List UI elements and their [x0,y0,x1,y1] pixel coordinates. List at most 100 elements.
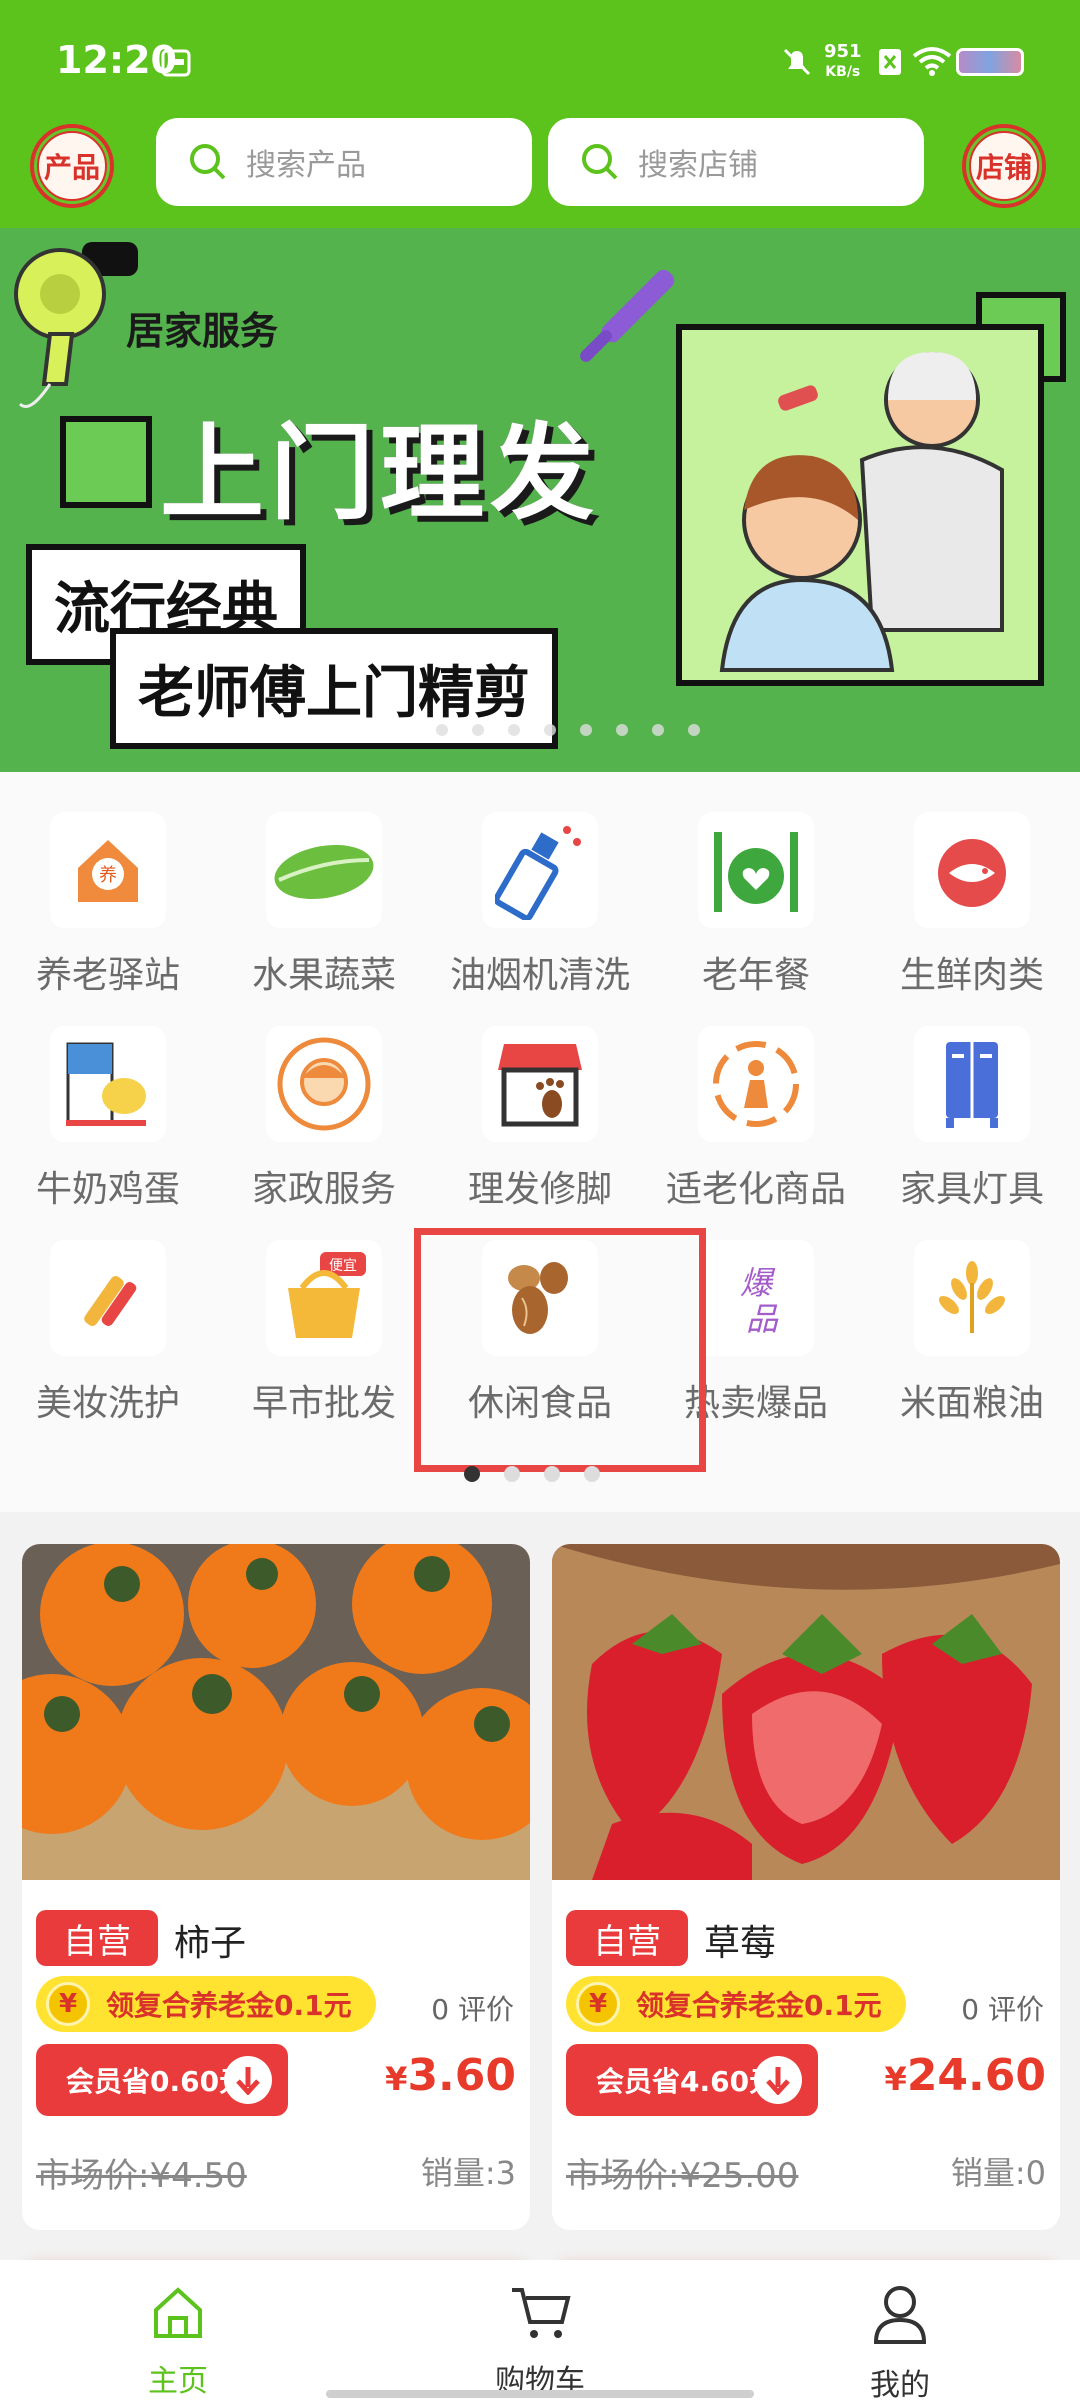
self-operated-badge: 自营 [566,1910,688,1966]
pager-dot [544,724,556,736]
search-shop-input[interactable]: 搜索店铺 [548,118,924,206]
category-fresh-meat[interactable]: 生鲜肉类 [864,812,1080,998]
hair-dryer-icon [14,242,138,408]
product-card[interactable]: 自营 柿子 ¥ 领复合养老金0.1元 0 评价 会员省0.60元 ¥3.60 市场… [22,1544,530,2230]
pager-dot [584,1466,600,1482]
category-barber-pedicure[interactable]: 理发修脚 [432,1026,648,1212]
review-count: 0 评价 [961,1993,1044,2026]
pager-dot-active [372,724,412,736]
pager-dot [544,1466,560,1482]
tab-profile[interactable]: 我的 [800,2282,1000,2404]
product-price: ¥24.60 [884,2050,1046,2101]
top-bar: 12:20 951 KB/s 产品 搜索产品 搜索店铺 店铺 [0,0,1080,228]
market-price: 市场价:¥4.50 [36,2156,247,2196]
category-milk-egg[interactable]: 牛奶鸡蛋 [0,1026,216,1212]
member-discount-button[interactable]: 会员省0.60元 [36,2044,288,2116]
housekeeping-icon [266,1026,382,1142]
sim-off-icon [879,49,901,75]
coupon-pill[interactable]: ¥ 领复合养老金0.1元 [36,1976,376,2032]
category-furniture-lamp[interactable]: 家具灯具 [864,1026,1080,1212]
category-hood-cleaning[interactable]: 油烟机清洗 [432,812,648,998]
product-mode-button[interactable]: 产品 [30,124,114,208]
product-name: 草莓 [704,1923,777,1964]
wheat-icon [914,1240,1030,1356]
product-price: ¥3.60 [385,2050,516,2101]
status-time: 12:20 [56,38,177,82]
cabbage-icon [266,812,382,928]
product-card[interactable]: 自营 草莓 ¥ 领复合养老金0.1元 0 评价 会员省4.60元 ¥24.60 市… [552,1544,1060,2230]
home-indicator [326,2390,754,2398]
banner-square [60,416,152,508]
strawberry-image [552,1544,1060,1880]
tab-cart[interactable]: 购物车 [440,2282,640,2400]
meal-icon [698,812,814,928]
pager-dot [504,1466,520,1482]
status-bar: 12:20 951 KB/s [0,0,1080,120]
category-fruit-veg[interactable]: 水果蔬菜 [216,812,432,998]
calendar-icon [161,49,191,77]
comb-icon [580,269,675,362]
product-name: 柿子 [174,1923,247,1964]
elder-station-icon: 养 [50,812,166,928]
search-product-input[interactable]: 搜索产品 [156,118,532,206]
elder-goods-icon [698,1026,814,1142]
review-count: 0 评价 [431,1993,514,2026]
persimmon-image [22,1544,530,1880]
net-speed: 951 KB/s [824,41,862,81]
banner-tag: 居家服务 [126,309,279,353]
coin-icon: ¥ [46,1982,90,2026]
cosmetics-icon [50,1240,166,1356]
category-elder-goods[interactable]: 适老化商品 [648,1026,864,1212]
svg-text:便宜: 便宜 [329,1258,357,1274]
barber-icon [482,1026,598,1142]
promo-banner[interactable]: 居家服务 上门理发 流行经典 老师傅上门精剪 [0,228,1080,772]
hot-sale-icon: 爆品 [698,1240,814,1356]
coupon-pill[interactable]: ¥ 领复合养老金0.1元 [566,1976,906,2032]
category-elder-meal[interactable]: 老年餐 [648,812,864,998]
pager-dot [436,724,448,736]
pager-dot [472,724,484,736]
arrow-down-icon [224,2056,272,2104]
highlight-box [414,1228,706,1472]
search-icon [190,144,226,180]
search-icon [582,144,618,180]
mute-bell-icon [783,48,811,76]
self-operated-badge: 自营 [36,1910,158,1966]
category-cosmetics[interactable]: 美妆洗护 [0,1240,216,1426]
sales-count: 销量:0 [950,2154,1046,2192]
category-grain-oil[interactable]: 米面粮油 [864,1240,1080,1426]
home-icon [154,2287,202,2338]
coin-icon: ¥ [576,1982,620,2026]
pager-dot [688,724,700,736]
basket-icon: 便宜 [266,1240,382,1356]
tab-home[interactable]: 主页 [78,2282,278,2400]
shop-mode-button[interactable]: 店铺 [962,124,1046,208]
barber-illustration [676,324,1044,686]
cart-icon [512,2288,571,2338]
banner-title: 上门理发 [160,412,601,534]
svg-text:品: 品 [746,1300,779,1338]
pager-dot [508,724,520,736]
category-pager [464,1466,600,1482]
pager-dot [580,724,592,736]
furniture-icon [914,1026,1030,1142]
fish-icon [914,812,1030,928]
svg-text:养: 养 [99,865,117,886]
pager-dot [652,724,664,736]
spray-bottle-icon [482,812,598,928]
member-discount-button[interactable]: 会员省4.60元 [566,2044,818,2116]
milk-egg-icon [50,1026,166,1142]
wifi-icon [912,47,952,76]
bottom-tab-bar: 主页 购物车 我的 [0,2260,1080,2408]
pager-dot-active [464,1466,480,1482]
market-price: 市场价:¥25.00 [566,2156,799,2196]
user-icon [873,2286,927,2344]
banner-pager [372,724,700,736]
pager-dot [616,724,628,736]
category-elder-station[interactable]: 养 养老驿站 [0,812,216,998]
svg-text:爆: 爆 [740,1264,776,1302]
arrow-down-icon [754,2056,802,2104]
sales-count: 销量:3 [420,2154,516,2192]
category-morning-market[interactable]: 便宜 早市批发 [216,1240,432,1426]
category-housekeeping[interactable]: 家政服务 [216,1026,432,1212]
